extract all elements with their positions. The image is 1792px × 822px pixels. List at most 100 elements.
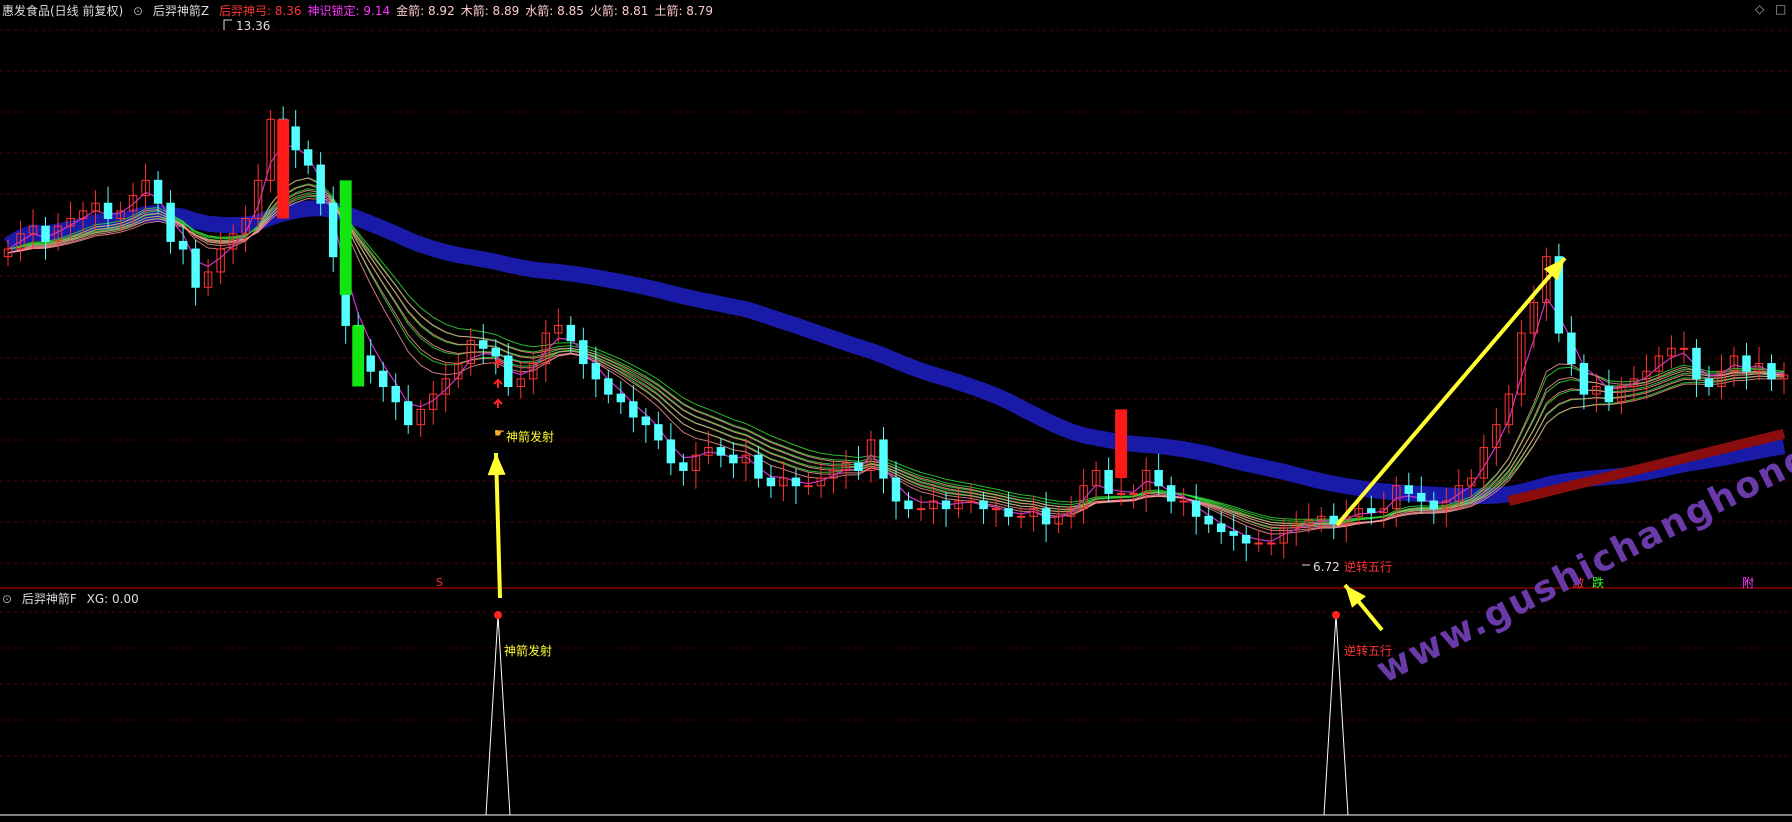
candle-body [966,500,976,503]
candle-body [1241,534,1251,544]
candle-body [1004,508,1013,517]
high-marker [223,19,232,30]
chevron-icon-sub[interactable]: ⊙ [2,592,12,606]
indicator-value-2: 金箭: 8.92 [396,4,455,18]
indicator-value-1: 神识锁定: 9.14 [307,4,391,18]
candle-body [1041,508,1051,525]
close-icon[interactable]: □ [1775,2,1786,16]
candle-body [1154,469,1163,487]
candle-body [679,462,688,471]
main-header: 惠发食品(日线 前复权) ⊙ 后羿神箭Z 后羿神弓: 8.36 神识锁定: 9.1… [2,2,725,19]
candle-body [1016,515,1026,518]
mini-arrow [493,398,503,408]
candle-body [366,355,375,372]
candle-body [766,477,776,487]
candle-body [1604,385,1614,403]
mini-arrow [493,378,503,388]
candle-body [1191,500,1201,517]
candle-body [1767,363,1776,380]
candle-body [716,447,726,456]
candle-body [791,477,801,487]
indicator-value-0: 后羿神弓: 8.36 [218,4,302,18]
hand-icon: ☛ [494,426,505,440]
signal-candle [1115,409,1128,479]
signal-candle [352,325,365,387]
candle-body [854,462,863,471]
s-mark: S [436,576,443,589]
signal-label-sub: 神箭发射 [504,644,553,658]
stock-title: 惠发食品(日线 前复权) [2,4,124,18]
indicator-value-5: 火箭: 8.81 [589,4,649,18]
candle-body [1129,492,1138,495]
candle-body [591,363,601,380]
candle-body [1679,347,1689,350]
candle-body [1367,508,1376,513]
candle-body [604,378,613,395]
collapse-icon[interactable]: ◇ [1755,2,1764,16]
candle-body [316,164,325,204]
candle-body [1417,492,1426,502]
candle-body [1692,347,1701,380]
candle-body [641,416,651,426]
candle-body [879,439,888,479]
candle-body [153,179,163,204]
signal-candle [339,180,352,295]
indicator-name[interactable]: 后羿神箭Z [153,4,209,18]
fu-mark: 附 [1742,576,1755,590]
chart-stage: 惠发食品(日线 前复权) ⊙ 后羿神箭Z 后羿神弓: 8.36 神识锁定: 9.1… [0,0,1792,818]
candle-body [291,126,300,151]
candle-body [1254,542,1263,545]
candle-body [491,347,501,357]
candle-body [166,202,175,242]
candle-body [1266,542,1276,545]
candle-body [991,508,1001,511]
reversal-label-main: 逆转五行 [1344,560,1393,574]
chevron-icon[interactable]: ⊙ [133,4,143,18]
candle-body [403,401,413,426]
candle-body [904,500,913,510]
low-label: 6.72 [1313,560,1340,574]
xg-dot [494,611,502,619]
signal-arrow-head [487,453,506,476]
candle-body [1216,523,1226,533]
candle-body [178,240,188,250]
candle-body [579,340,588,365]
signal-candle [277,119,290,219]
candle-body [378,370,388,387]
candle-body [979,500,988,510]
signal-label-main: 神箭发射 [506,430,555,444]
candle-body [566,324,576,342]
price-chart[interactable] [0,0,1792,818]
xg-dot [1332,611,1340,619]
sub-header: ⊙ 后羿神箭F XG: 0.00 [2,590,145,607]
candle-body [1166,485,1176,502]
indicator-value-3: 木箭: 8.89 [460,4,520,18]
candle-body [479,340,488,349]
candle-body [1704,378,1714,387]
candle-body [754,454,763,479]
candle-body [504,355,513,387]
sub-indicator-value: XG: 0.00 [86,592,139,606]
candle-body [666,439,676,464]
candle-body [328,202,338,258]
high-label: 13.36 [236,19,271,33]
candle-body [1404,485,1414,494]
candle-body [1104,469,1113,494]
candle-body [1579,363,1589,395]
candle-body [1116,492,1126,495]
indicator-value-4: 水箭: 8.85 [525,4,584,18]
candle-body [616,393,626,403]
candle-body [41,225,50,242]
candle-body [303,149,313,166]
candle-body [103,202,113,220]
candle-body [916,508,926,511]
candle-body [1429,500,1439,510]
candle-body [729,454,738,464]
sub-indicator-name[interactable]: 后羿神箭F [22,592,77,606]
candle-body [654,424,663,441]
candle-body [1204,515,1213,525]
candle-body [804,485,813,488]
candle-body [629,401,638,418]
candle-body [1742,355,1751,372]
candle-body [1179,500,1188,503]
